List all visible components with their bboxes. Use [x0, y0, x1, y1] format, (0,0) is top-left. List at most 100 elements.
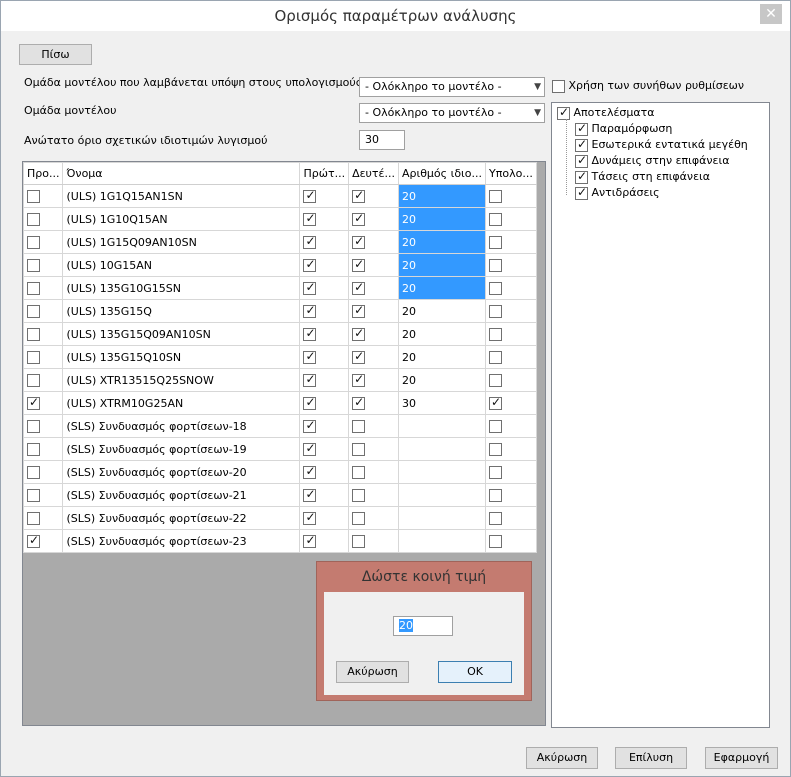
second-checkbox[interactable]: [352, 349, 366, 364]
combination-name[interactable]: (SLS) Συνδυασμός φορτίσεων-21: [62, 483, 301, 507]
second-checkbox[interactable]: [352, 188, 366, 203]
combination-name[interactable]: (ULS) 1G1Q15AN1SN: [62, 184, 301, 208]
combination-name[interactable]: (ULS) 135G15Q: [62, 299, 301, 323]
tree-node-results[interactable]: Αποτελέσματα: [557, 105, 655, 120]
eigen-count-cell[interactable]: [397, 460, 487, 484]
pro-checkbox[interactable]: [27, 442, 40, 456]
table-row[interactable]: (SLS) Συνδυασμός φορτίσεων-21: [22, 483, 537, 507]
pro-checkbox[interactable]: [27, 304, 40, 318]
col-header-pro[interactable]: Προ...: [22, 162, 64, 185]
calc-checkbox[interactable]: [489, 488, 503, 502]
first-checkbox[interactable]: [303, 326, 317, 341]
table-row[interactable]: (ULS) 1G10Q15AN 20: [22, 207, 537, 231]
calc-checkbox[interactable]: [489, 442, 503, 456]
pro-checkbox[interactable]: [27, 212, 40, 226]
col-header-eigen-count[interactable]: Αριθμός ιδιο...: [397, 162, 487, 185]
tree-node-checkbox[interactable]: [575, 153, 588, 168]
group-select[interactable]: - Ολόκληρο το μοντέλο - ▼: [359, 103, 545, 123]
pro-checkbox[interactable]: [27, 373, 40, 387]
eigen-count-cell[interactable]: 20: [397, 253, 487, 277]
second-checkbox[interactable]: [352, 372, 366, 387]
table-row[interactable]: (ULS) 1G15Q09AN10SN 20: [22, 230, 537, 254]
col-header-name[interactable]: Όνομα: [62, 162, 301, 185]
first-checkbox[interactable]: [303, 234, 317, 249]
eigen-count-cell[interactable]: 20: [397, 230, 487, 254]
pro-checkbox[interactable]: [27, 419, 40, 433]
second-checkbox[interactable]: [352, 395, 366, 410]
table-row[interactable]: (ULS) 135G15Q 20: [22, 299, 537, 323]
tree-node[interactable]: Δυνάμεις στην επιφάνεια: [575, 153, 729, 168]
calc-checkbox[interactable]: [489, 189, 503, 203]
pro-checkbox[interactable]: [27, 281, 40, 295]
calc-checkbox[interactable]: [489, 212, 503, 226]
second-checkbox[interactable]: [352, 280, 366, 295]
eigen-count-cell[interactable]: 30: [397, 391, 487, 415]
col-header-calc[interactable]: Υπολο...: [485, 162, 537, 185]
pro-checkbox[interactable]: [27, 488, 40, 502]
combination-name[interactable]: (ULS) XTR13515Q25SNOW: [62, 368, 301, 392]
calc-checkbox[interactable]: [489, 304, 503, 318]
first-checkbox[interactable]: [303, 257, 317, 272]
combination-name[interactable]: (SLS) Συνδυασμός φορτίσεων-20: [62, 460, 301, 484]
second-checkbox[interactable]: [352, 303, 366, 318]
tree-node[interactable]: Εσωτερικά εντατικά μεγέθη: [575, 137, 748, 152]
second-checkbox[interactable]: [352, 257, 366, 272]
combination-name[interactable]: (SLS) Συνδυασμός φορτίσεων-22: [62, 506, 301, 530]
table-row[interactable]: (ULS) 1G1Q15AN1SN 20: [22, 184, 537, 208]
first-checkbox[interactable]: [303, 510, 317, 525]
second-checkbox[interactable]: [352, 511, 366, 525]
calc-checkbox[interactable]: [489, 235, 503, 249]
dialog-cancel-button[interactable]: Ακύρωση: [336, 661, 409, 683]
eigen-limit-input[interactable]: 30: [359, 130, 405, 150]
pro-checkbox[interactable]: [27, 235, 40, 249]
second-checkbox[interactable]: [352, 465, 366, 479]
eigen-count-cell[interactable]: 20: [397, 207, 487, 231]
calc-checkbox[interactable]: [489, 281, 503, 295]
apply-button[interactable]: Εφαρμογή: [705, 747, 778, 769]
eigen-count-cell[interactable]: [397, 483, 487, 507]
tree-node-checkbox[interactable]: [575, 185, 588, 200]
calc-checkbox[interactable]: [489, 465, 503, 479]
eigen-count-cell[interactable]: 20: [397, 276, 487, 300]
combination-name[interactable]: (ULS) 135G15Q09AN10SN: [62, 322, 301, 346]
pro-checkbox[interactable]: [27, 350, 40, 364]
first-checkbox[interactable]: [303, 395, 317, 410]
first-checkbox[interactable]: [303, 464, 317, 479]
table-row[interactable]: (SLS) Συνδυασμός φορτίσεων-20: [22, 460, 537, 484]
pro-checkbox[interactable]: [27, 327, 40, 341]
second-checkbox[interactable]: [352, 234, 366, 249]
calc-checkbox[interactable]: [489, 534, 503, 548]
pro-checkbox[interactable]: [27, 533, 40, 548]
table-row[interactable]: (ULS) 10G15AN 20: [22, 253, 537, 277]
results-checkbox[interactable]: [557, 105, 570, 120]
combination-name[interactable]: (ULS) 1G10Q15AN: [62, 207, 301, 231]
pro-checkbox[interactable]: [27, 395, 40, 410]
pro-checkbox[interactable]: [27, 465, 40, 479]
first-checkbox[interactable]: [303, 188, 317, 203]
combination-name[interactable]: (ULS) 135G10G15SN: [62, 276, 301, 300]
combination-name[interactable]: (SLS) Συνδυασμός φορτίσεων-18: [62, 414, 301, 438]
second-checkbox[interactable]: [352, 326, 366, 341]
calc-checkbox[interactable]: [489, 327, 503, 341]
eigen-count-cell[interactable]: 20: [397, 345, 487, 369]
combination-name[interactable]: (SLS) Συνδυασμός φορτίσεων-19: [62, 437, 301, 461]
table-row[interactable]: (ULS) XTRM10G25AN 30: [22, 391, 537, 415]
results-tree[interactable]: Αποτελέσματα Παραμόρφωση Εσωτερικά εντατ…: [551, 102, 770, 728]
calc-group-select[interactable]: - Ολόκληρο το μοντέλο - ▼: [359, 77, 545, 97]
calc-checkbox[interactable]: [489, 419, 503, 433]
calc-checkbox[interactable]: [489, 350, 503, 364]
second-checkbox[interactable]: [352, 534, 366, 548]
col-header-second[interactable]: Δευτέ...: [348, 162, 399, 185]
eigen-count-cell[interactable]: 20: [397, 322, 487, 346]
second-checkbox[interactable]: [352, 488, 366, 502]
combination-name[interactable]: (ULS) XTRM10G25AN: [62, 391, 301, 415]
combination-name[interactable]: (SLS) Συνδυασμός φορτίσεων-23: [62, 529, 301, 553]
tree-node[interactable]: Αντιδράσεις: [575, 185, 660, 200]
pro-checkbox[interactable]: [27, 258, 40, 272]
solve-button[interactable]: Επίλυση: [615, 747, 687, 769]
cancel-button[interactable]: Ακύρωση: [526, 747, 598, 769]
eigen-count-cell[interactable]: [397, 506, 487, 530]
first-checkbox[interactable]: [303, 487, 317, 502]
table-row[interactable]: (ULS) 135G10G15SN 20: [22, 276, 537, 300]
eigen-count-cell[interactable]: [397, 529, 487, 553]
